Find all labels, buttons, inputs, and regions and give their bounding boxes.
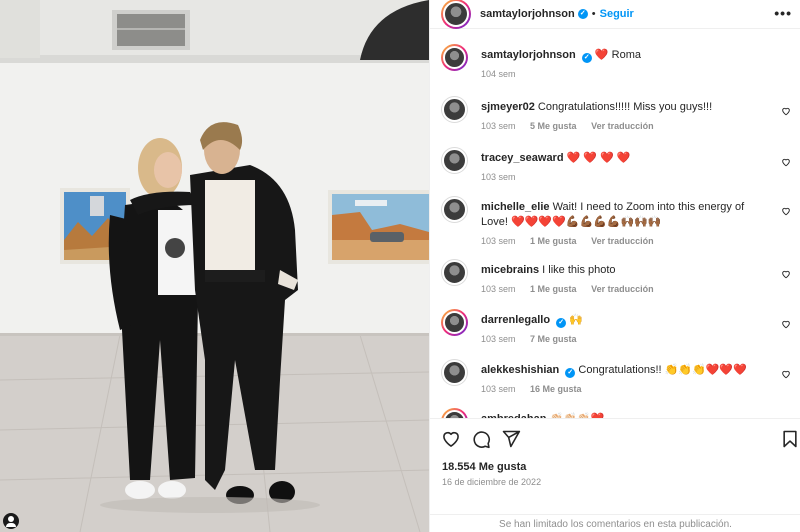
comment-username[interactable]: tracey_seaward: [481, 152, 564, 164]
verified-badge-icon: ✓: [556, 318, 567, 328]
caption-text: ❤️ Roma: [594, 49, 641, 61]
likes-count[interactable]: 18.554 Me gusta: [442, 461, 526, 473]
commenter-avatar[interactable]: [441, 147, 468, 174]
author-username[interactable]: samtaylorjohnson: [480, 8, 575, 20]
separator-dot: •: [591, 8, 596, 20]
comment-text: 🙌: [569, 314, 583, 326]
comment-like-icon[interactable]: [781, 269, 791, 279]
comment-username[interactable]: micebrains: [481, 264, 539, 276]
comment-username[interactable]: sjmeyer02: [481, 101, 535, 113]
post-actions: 18.554 Me gusta 16 de diciembre de 2022 …: [430, 418, 800, 532]
translate-link[interactable]: Ver traducción: [591, 121, 654, 131]
comment-icon[interactable]: [471, 429, 491, 449]
comment-likes[interactable]: 7 Me gusta: [530, 334, 577, 344]
commenter-avatar[interactable]: [441, 259, 468, 286]
comment-text: ❤️ ❤️ ❤️ ❤️: [566, 152, 631, 164]
comment-text: I like this photo: [542, 264, 616, 276]
author-avatar[interactable]: [441, 0, 471, 29]
commenter-avatar[interactable]: [441, 309, 468, 336]
verified-badge-icon: ✓: [565, 368, 576, 378]
comment-time[interactable]: 103 sem: [481, 121, 516, 131]
post-photo[interactable]: [0, 0, 429, 532]
comment-like-icon[interactable]: [781, 206, 791, 216]
caption-avatar[interactable]: [441, 44, 468, 71]
comment-likes[interactable]: 1 Me gusta: [530, 236, 577, 246]
commenter-avatar[interactable]: [441, 196, 468, 223]
bookmark-icon[interactable]: [780, 429, 800, 449]
comment-like-icon[interactable]: [781, 369, 791, 379]
verified-badge-icon: ✓: [581, 53, 592, 63]
share-icon[interactable]: [501, 429, 521, 449]
comment-like-icon[interactable]: [781, 106, 791, 116]
comment-like-icon[interactable]: [781, 157, 791, 167]
comment-likes[interactable]: 16 Me gusta: [530, 384, 582, 394]
post-header: samtaylorjohnson ✓ • Seguir •••: [430, 0, 800, 29]
comment-time[interactable]: 103 sem: [481, 284, 516, 294]
comment-like-icon[interactable]: [781, 319, 791, 329]
translate-link[interactable]: Ver traducción: [591, 236, 654, 246]
comment-time[interactable]: 103 sem: [481, 236, 516, 246]
caption-time[interactable]: 104 sem: [481, 69, 516, 79]
comment-likes[interactable]: 1 Me gusta: [530, 284, 577, 294]
comment-username[interactable]: darrenlegallo: [481, 314, 550, 326]
comments-limited-notice: Se han limitado los comentarios en esta …: [430, 514, 800, 532]
follow-button[interactable]: Seguir: [600, 8, 634, 20]
comment-text: Congratulations!!!!! Miss you guys!!!: [537, 101, 713, 113]
tagged-user-icon[interactable]: [3, 513, 19, 529]
more-options-icon[interactable]: •••: [774, 5, 792, 21]
post-image: [0, 0, 429, 532]
comment-time[interactable]: 103 sem: [481, 384, 516, 394]
verified-badge-icon: ✓: [577, 9, 588, 19]
post-date[interactable]: 16 de diciembre de 2022: [442, 477, 541, 487]
commenter-avatar[interactable]: [441, 96, 468, 123]
comment-likes[interactable]: 5 Me gusta: [530, 121, 577, 131]
comments-list[interactable]: samtaylorjohnson ✓ ❤️ Roma 104 sem sjmey…: [430, 30, 800, 418]
caption-username[interactable]: samtaylorjohnson: [481, 49, 576, 61]
translate-link[interactable]: Ver traducción: [591, 284, 654, 294]
comment-username[interactable]: alekkeshishian: [481, 364, 559, 376]
comment-text: Congratulations!! 👏👏👏❤️❤️❤️: [578, 364, 747, 376]
post-sidebar: samtaylorjohnson ✓ • Seguir ••• samtaylo…: [429, 0, 800, 532]
commenter-avatar[interactable]: [441, 408, 468, 418]
comment-time[interactable]: 103 sem: [481, 334, 516, 344]
heart-icon[interactable]: [441, 429, 461, 449]
comment-time[interactable]: 103 sem: [481, 172, 516, 182]
comment-username[interactable]: michelle_elie: [481, 201, 550, 213]
commenter-avatar[interactable]: [441, 359, 468, 386]
